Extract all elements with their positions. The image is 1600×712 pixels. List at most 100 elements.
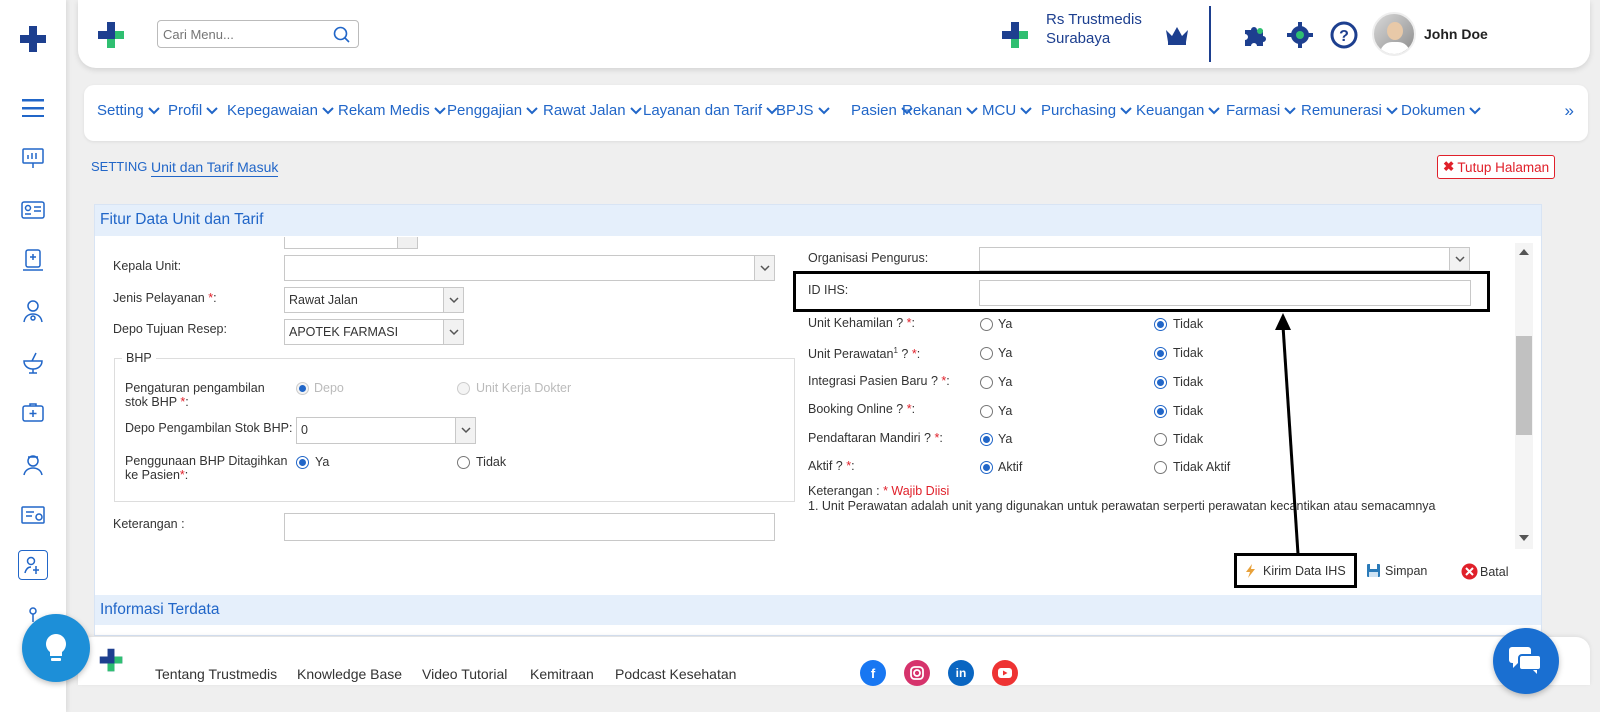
breadcrumb-current[interactable]: Unit dan Tarif Masuk <box>151 159 279 177</box>
doctor-touch-icon[interactable] <box>18 550 48 580</box>
footer-link-knowledge-base[interactable]: Knowledge Base <box>297 666 402 682</box>
instagram-icon[interactable] <box>904 660 930 686</box>
radio-booking-ya[interactable] <box>980 405 993 418</box>
scroll-up-arrow-icon[interactable] <box>1519 249 1529 255</box>
patient-record-icon[interactable] <box>18 500 48 530</box>
menu-item-bpjs[interactable]: BPJS <box>776 102 830 119</box>
menu-item-purchasing[interactable]: Purchasing <box>1041 102 1132 119</box>
partial-field-above[interactable] <box>284 237 418 249</box>
menu-item-rawat-jalan[interactable]: Rawat Jalan <box>543 102 642 119</box>
radio-pendaftaran-tidak[interactable] <box>1154 433 1167 446</box>
trustmedis-logo-icon[interactable] <box>96 20 126 55</box>
form-scrollbar[interactable] <box>1515 243 1533 549</box>
kepala-unit-select[interactable] <box>284 255 775 281</box>
footer-link-video-tutorial[interactable]: Video Tutorial <box>422 666 507 682</box>
chevron-down-icon[interactable] <box>754 256 774 280</box>
menu-item-label: Pasien <box>851 102 897 119</box>
help-icon[interactable]: ? <box>1330 21 1358 54</box>
close-page-button[interactable]: ✖ Tutup Halaman <box>1437 155 1556 179</box>
radio-penggunaan-tidak[interactable] <box>457 456 470 469</box>
footer-link-kemitraan[interactable]: Kemitraan <box>530 666 594 682</box>
radio-depo[interactable] <box>296 382 309 395</box>
scrollbar-thumb[interactable] <box>1516 336 1532 435</box>
footer-link-podcast-kesehatan[interactable]: Podcast Kesehatan <box>615 666 736 682</box>
hamburger-menu-icon[interactable] <box>18 93 48 123</box>
avatar[interactable] <box>1372 12 1416 56</box>
radio-pendaftaran-ya[interactable] <box>980 433 993 446</box>
breadcrumb-root[interactable]: SETTING <box>91 159 147 174</box>
radio-tidak-aktif-label: Tidak Aktif <box>1173 460 1231 474</box>
chevron-down-icon[interactable] <box>1449 248 1469 270</box>
keterangan-input[interactable] <box>284 513 775 541</box>
batal-button[interactable]: Batal <box>1461 563 1509 580</box>
menu-item-remunerasi[interactable]: Remunerasi <box>1301 102 1398 119</box>
radio-perawatan-ya[interactable] <box>980 347 993 360</box>
radio-integrasi-tidak[interactable] <box>1154 376 1167 389</box>
menu-search-input[interactable] <box>163 25 328 43</box>
menu-item-keuangan[interactable]: Keuangan <box>1136 102 1221 119</box>
penggunaan-label-line1: Penggunaan BHP Ditagihkan <box>125 454 288 468</box>
puzzle-icon[interactable] <box>1241 22 1267 53</box>
pharmacy-bowl-icon[interactable] <box>18 347 48 377</box>
radio-integrasi-ya[interactable] <box>980 376 993 389</box>
menu-item-mcu[interactable]: MCU <box>982 102 1032 119</box>
medical-kit-icon[interactable] <box>18 398 48 428</box>
radio-aktif[interactable] <box>980 461 993 474</box>
radio-kehamilan-ya[interactable] <box>980 318 993 331</box>
menu-item-dokumen[interactable]: Dokumen <box>1401 102 1481 119</box>
lightning-icon <box>1246 564 1255 578</box>
footer-logo-icon[interactable] <box>98 647 124 678</box>
menu-search-box[interactable] <box>157 20 359 48</box>
menu-item-profil[interactable]: Profil <box>168 102 218 119</box>
depo-tujuan-value: APOTEK FARMASI <box>289 325 399 339</box>
radio-booking-tidak[interactable] <box>1154 405 1167 418</box>
penggunaan-label: Penggunaan BHP Ditagihkan ke Pasien*: <box>125 454 288 482</box>
menu-item-rekam-medis[interactable]: Rekam Medis <box>338 102 446 119</box>
tips-lightbulb-button[interactable] <box>22 614 90 682</box>
crown-icon[interactable] <box>1164 24 1190 51</box>
linkedin-icon[interactable]: in <box>948 660 974 686</box>
organisasi-select[interactable] <box>979 247 1470 271</box>
batal-label: Batal <box>1480 564 1509 579</box>
chevron-down-icon[interactable] <box>443 288 463 312</box>
menu-item-farmasi[interactable]: Farmasi <box>1226 102 1296 119</box>
chevron-down-icon[interactable] <box>443 320 463 344</box>
kirim-data-ihs-button[interactable]: Kirim Data IHS <box>1243 563 1346 578</box>
id-card-icon[interactable] <box>18 195 48 225</box>
footer-link-tentang-trustmedis[interactable]: Tentang Trustmedis <box>155 666 277 682</box>
jenis-pelayanan-select[interactable]: Rawat Jalan <box>284 287 464 313</box>
user-name[interactable]: John Doe <box>1424 26 1488 42</box>
menu-more-button[interactable]: » <box>1565 101 1574 121</box>
medical-monitor-icon[interactable] <box>18 245 48 275</box>
chevron-down-icon[interactable] <box>455 418 475 443</box>
scroll-down-arrow-icon[interactable] <box>1519 535 1529 541</box>
youtube-icon[interactable] <box>992 660 1018 686</box>
nurse-icon[interactable] <box>18 449 48 479</box>
live-chat-button[interactable] <box>1493 628 1559 694</box>
menu-item-layanan-dan-tarif[interactable]: Layanan dan Tarif <box>643 102 778 119</box>
trustmedis-logo-icon[interactable] <box>18 24 48 54</box>
radio-perawatan-tidak[interactable] <box>1154 347 1167 360</box>
gear-icon[interactable] <box>1286 21 1314 54</box>
radio-unit-kerja-dokter[interactable] <box>457 382 470 395</box>
radio-penggunaan-ya-label: Ya <box>315 455 330 469</box>
radio-tidak-aktif[interactable] <box>1154 461 1167 474</box>
menu-item-penggajian[interactable]: Penggajian <box>447 102 538 119</box>
facebook-icon[interactable]: f <box>860 660 886 686</box>
menu-item-kepegawaian[interactable]: Kepegawaian <box>227 102 334 119</box>
doctor-icon[interactable] <box>18 296 48 326</box>
bhp-legend: BHP <box>122 351 156 365</box>
depo-pengambilan-select[interactable]: 0 <box>296 417 476 444</box>
pendaftaran-text: Pendaftaran Mandiri ? <box>808 431 935 445</box>
menu-item-setting[interactable]: Setting <box>97 102 160 119</box>
radio-penggunaan-ya[interactable] <box>296 456 309 469</box>
presentation-board-icon[interactable] <box>18 143 48 173</box>
simpan-button[interactable]: Simpan <box>1366 563 1427 578</box>
search-icon[interactable] <box>333 26 350 43</box>
pengaturan-label-line2: stok BHP <box>125 395 181 409</box>
radio-kehamilan-tidak[interactable] <box>1154 318 1167 331</box>
depo-tujuan-select[interactable]: APOTEK FARMASI <box>284 319 464 345</box>
menu-item-rekanan[interactable]: Rekanan <box>902 102 978 119</box>
aktif-label: Aktif ? *: <box>808 459 855 473</box>
radio-kehamilan-tidak-label: Tidak <box>1173 317 1204 331</box>
